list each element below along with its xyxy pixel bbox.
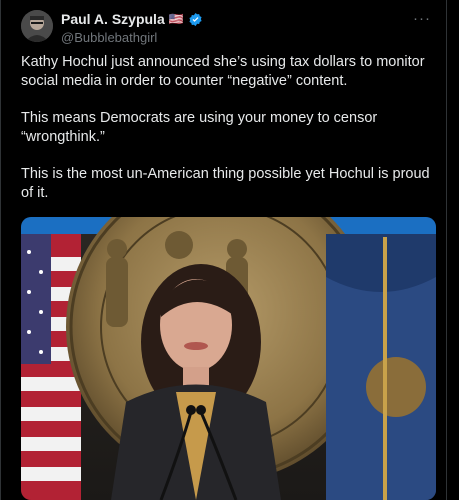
tweet-text: Kathy Hochul just announced she’s using … (21, 53, 431, 221)
tweet-paragraph: This is the most un-American thing possi… (21, 166, 430, 201)
tweet-paragraph: This means Democrats are using your mone… (21, 110, 378, 145)
video-frame-image (21, 217, 436, 500)
more-options-icon[interactable]: ··· (413, 10, 431, 27)
author-handle[interactable]: @Bubblebathgirl (61, 30, 157, 45)
verified-badge-icon (188, 12, 203, 27)
tweet-paragraph: Kathy Hochul just announced she’s using … (21, 54, 425, 89)
tweet-card: Paul A. Szypula 🇺🇸 @Bubblebathgirl ··· K… (0, 0, 447, 500)
page-right-edge (447, 0, 459, 500)
author-display-name[interactable]: Paul A. Szypula (61, 11, 165, 27)
tweet-media-video[interactable] (21, 217, 436, 500)
us-flag-icon: 🇺🇸 (168, 12, 184, 26)
tweet-header: Paul A. Szypula 🇺🇸 @Bubblebathgirl ··· (17, 8, 437, 48)
author-name-row[interactable]: Paul A. Szypula 🇺🇸 (61, 11, 203, 27)
author-avatar[interactable] (21, 10, 53, 42)
